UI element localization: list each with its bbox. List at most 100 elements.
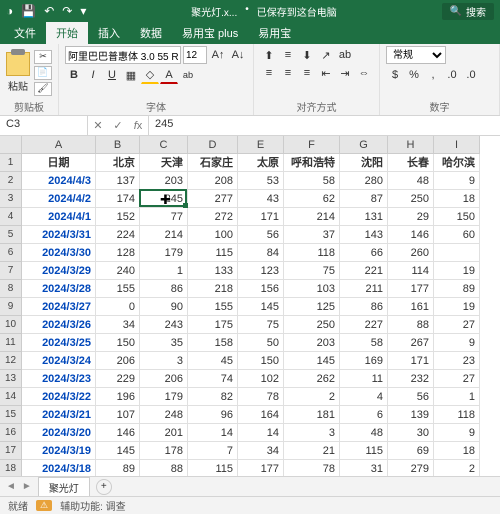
cell[interactable]: 267 (388, 334, 434, 352)
search-box[interactable]: 🔍 搜索 (442, 3, 494, 20)
cell[interactable]: 250 (388, 190, 434, 208)
cell[interactable]: 245 (140, 190, 188, 208)
cell[interactable]: 75 (238, 316, 284, 334)
cell[interactable]: 90 (140, 298, 188, 316)
cell[interactable]: 214 (284, 208, 340, 226)
cell[interactable]: 天津 (140, 154, 188, 172)
cell[interactable]: 53 (238, 172, 284, 190)
font-name-select[interactable] (65, 46, 181, 64)
cell[interactable]: 2024/3/29 (22, 262, 96, 280)
column-headers[interactable]: ABCDEFGHI (22, 136, 480, 154)
cell[interactable]: 169 (340, 352, 388, 370)
cell[interactable]: 18 (434, 442, 480, 460)
cell[interactable]: 143 (340, 226, 388, 244)
cell[interactable]: 145 (238, 298, 284, 316)
row-header[interactable]: 15 (0, 406, 21, 424)
cell[interactable]: 178 (140, 442, 188, 460)
cell[interactable]: 152 (96, 208, 140, 226)
cancel-button[interactable]: ✕ (88, 116, 108, 135)
cell[interactable]: 2024/3/30 (22, 244, 96, 262)
cell[interactable]: 23 (434, 352, 480, 370)
row-header[interactable]: 5 (0, 226, 21, 244)
indent-inc-button[interactable]: ⇥ (336, 64, 354, 82)
cell[interactable]: 2024/3/31 (22, 226, 96, 244)
cell[interactable]: 155 (96, 280, 140, 298)
cell[interactable]: 171 (238, 208, 284, 226)
cell[interactable]: 96 (188, 406, 238, 424)
cell[interactable]: 203 (284, 334, 340, 352)
cell[interactable]: 243 (140, 316, 188, 334)
cell[interactable]: 206 (96, 352, 140, 370)
cell[interactable]: 1 (434, 388, 480, 406)
worksheet-grid[interactable]: ABCDEFGHI 123456789101112131415161718 日期… (0, 136, 500, 476)
cell[interactable]: 86 (340, 298, 388, 316)
enter-button[interactable]: ✓ (108, 116, 128, 135)
cell[interactable]: 30 (388, 424, 434, 442)
cell[interactable]: 19 (434, 262, 480, 280)
cell[interactable]: 2024/3/28 (22, 280, 96, 298)
cell[interactable]: 35 (140, 334, 188, 352)
phonetic-button[interactable]: ab (179, 66, 197, 84)
cell[interactable] (434, 244, 480, 262)
border-button[interactable]: ▦ (122, 66, 140, 84)
name-box[interactable]: C3 (0, 116, 88, 135)
cell[interactable]: 100 (188, 226, 238, 244)
cell[interactable]: 27 (434, 316, 480, 334)
cell[interactable]: 11 (340, 370, 388, 388)
cell[interactable]: 155 (188, 298, 238, 316)
bold-button[interactable]: B (65, 66, 83, 84)
cell[interactable]: 太原 (238, 154, 284, 172)
cell[interactable]: 2024/4/2 (22, 190, 96, 208)
col-header[interactable]: F (284, 136, 340, 153)
cell[interactable]: 0 (96, 298, 140, 316)
cell[interactable]: 2024/3/21 (22, 406, 96, 424)
col-header[interactable]: G (340, 136, 388, 153)
cell[interactable]: 29 (388, 208, 434, 226)
row-header[interactable]: 16 (0, 424, 21, 442)
row-header[interactable]: 11 (0, 334, 21, 352)
cell[interactable]: 179 (140, 388, 188, 406)
cell[interactable]: 沈阳 (340, 154, 388, 172)
ribbon-tab-5[interactable]: 易用宝 (248, 22, 301, 44)
cell[interactable]: 89 (434, 280, 480, 298)
number-format-select[interactable]: 常规 (386, 46, 446, 64)
fill-color-button[interactable]: ◇ (141, 66, 159, 84)
cell[interactable]: 69 (388, 442, 434, 460)
cell[interactable]: 50 (238, 334, 284, 352)
indent-dec-button[interactable]: ⇤ (317, 64, 335, 82)
cell[interactable]: 227 (340, 316, 388, 334)
cell[interactable]: 146 (388, 226, 434, 244)
cell[interactable]: 4 (340, 388, 388, 406)
cell[interactable]: 2024/3/27 (22, 298, 96, 316)
cell[interactable]: 115 (188, 244, 238, 262)
cell[interactable]: 137 (96, 172, 140, 190)
cell[interactable]: 34 (96, 316, 140, 334)
cell[interactable]: 250 (284, 316, 340, 334)
cell[interactable]: 日期 (22, 154, 96, 172)
row-headers[interactable]: 123456789101112131415161718 (0, 154, 22, 478)
cell[interactable]: 221 (340, 262, 388, 280)
cell[interactable]: 56 (388, 388, 434, 406)
row-header[interactable]: 1 (0, 154, 21, 172)
cell[interactable]: 2 (284, 388, 340, 406)
cell[interactable]: 78 (238, 388, 284, 406)
cell[interactable]: 177 (388, 280, 434, 298)
percent-button[interactable]: % (405, 66, 423, 84)
cell[interactable]: 123 (238, 262, 284, 280)
cell[interactable]: 27 (434, 370, 480, 388)
cell[interactable]: 43 (238, 190, 284, 208)
accessibility-icon[interactable]: ⚠ (36, 500, 52, 511)
cell[interactable]: 84 (238, 244, 284, 262)
cell[interactable]: 145 (284, 352, 340, 370)
cell[interactable]: 131 (340, 208, 388, 226)
increase-font-button[interactable]: A↑ (209, 46, 227, 64)
cell[interactable]: 171 (388, 352, 434, 370)
cell[interactable]: 128 (96, 244, 140, 262)
cell[interactable]: 115 (340, 442, 388, 460)
cell[interactable]: 62 (284, 190, 340, 208)
cell[interactable]: 208 (188, 172, 238, 190)
cell[interactable]: 58 (284, 172, 340, 190)
currency-button[interactable]: $ (386, 66, 404, 84)
cell[interactable]: 2024/3/23 (22, 370, 96, 388)
ribbon-tab-0[interactable]: 文件 (4, 22, 46, 44)
